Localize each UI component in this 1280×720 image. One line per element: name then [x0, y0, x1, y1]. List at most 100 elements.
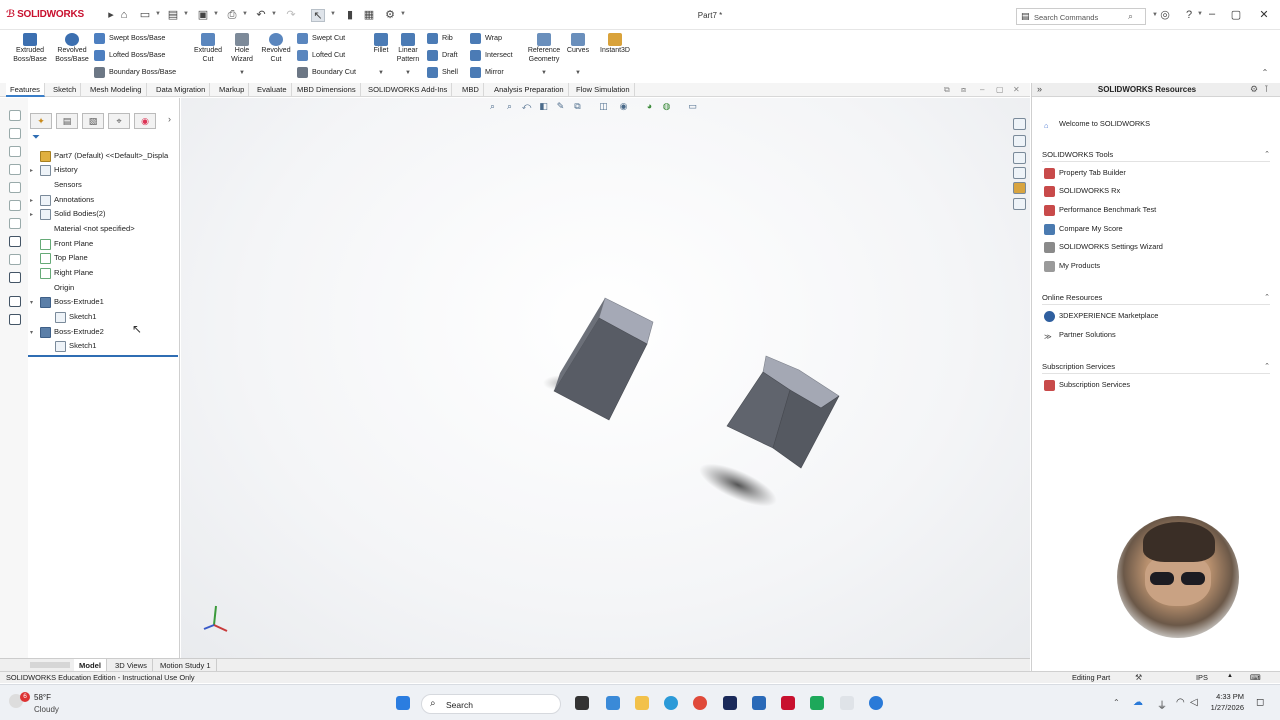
- boundary-boss-button[interactable]: Boundary Boss/Base: [94, 65, 176, 79]
- rebuild-icon[interactable]: ▮: [343, 9, 357, 22]
- print-icon[interactable]: ⎙: [225, 9, 239, 22]
- online-link[interactable]: 3DEXPERIENCE Marketplace: [1044, 309, 1158, 323]
- vscode-icon[interactable]: [723, 696, 737, 710]
- intersect-button[interactable]: Intersect: [470, 48, 513, 62]
- microphone-icon[interactable]: ⏚: [1157, 697, 1167, 712]
- restore-viewport-icon[interactable]: ⧉: [944, 85, 950, 95]
- tile-viewport-icon[interactable]: ⧈: [961, 85, 966, 95]
- tab-data-migration[interactable]: Data Migration: [152, 83, 211, 97]
- tool-link[interactable]: Compare My Score: [1044, 222, 1123, 236]
- dimxpert-tab-icon[interactable]: ⌖: [108, 113, 130, 129]
- maximize-doc-icon[interactable]: ▢: [996, 85, 1004, 94]
- shell-button[interactable]: Shell: [427, 65, 458, 79]
- tab-evaluate[interactable]: Evaluate: [253, 83, 292, 97]
- view-icon[interactable]: [9, 146, 21, 157]
- app-icon[interactable]: [869, 696, 883, 710]
- tree-item-front-plane[interactable]: Front Plane: [30, 237, 93, 251]
- instant3d-button[interactable]: Instant3D: [597, 33, 633, 56]
- gear-icon[interactable]: ⚙: [1250, 84, 1258, 95]
- app-icon[interactable]: [752, 696, 766, 710]
- maximize-button[interactable]: ▢: [1226, 8, 1246, 24]
- tree-item-origin[interactable]: Origin: [30, 281, 74, 295]
- linear-pattern-button[interactable]: Linear Pattern: [392, 33, 424, 64]
- tool-link[interactable]: My Products: [1044, 259, 1100, 273]
- wifi-icon[interactable]: ◠: [1176, 697, 1185, 708]
- chevron-down-icon[interactable]: ▼: [183, 11, 189, 17]
- wrap-button[interactable]: Wrap: [470, 31, 502, 45]
- tool-link[interactable]: SOLIDWORKS Settings Wizard: [1044, 240, 1163, 254]
- select-pointer-icon[interactable]: ↖: [311, 9, 325, 22]
- chevron-down-icon[interactable]: ▼: [575, 70, 581, 76]
- edge-icon[interactable]: [664, 696, 678, 710]
- chevron-down-icon[interactable]: ▼: [271, 11, 277, 17]
- chevron-down-icon[interactable]: ▼: [330, 11, 336, 17]
- curves-button[interactable]: Curves: [564, 33, 592, 56]
- solidworks-logo[interactable]: ℬ SOLIDWORKS: [6, 9, 84, 20]
- chevron-down-icon[interactable]: ▼: [242, 11, 248, 17]
- gear-icon[interactable]: ⚙: [383, 9, 397, 22]
- boundary-cut-button[interactable]: Boundary Cut: [297, 65, 356, 79]
- extruded-cut-button[interactable]: Extruded Cut: [188, 33, 228, 64]
- snipping-tool-icon[interactable]: [840, 696, 854, 710]
- home-icon[interactable]: ⌂: [117, 9, 131, 22]
- display-manager-tab-icon[interactable]: ◉: [134, 113, 156, 129]
- redo-icon[interactable]: ↷: [284, 9, 298, 22]
- tree-item-annotations[interactable]: ▸ Annotations: [30, 193, 94, 207]
- chevron-down-icon[interactable]: ▼: [400, 11, 406, 17]
- tree-root-part[interactable]: Part7 (Default) <<Default>_Displa: [30, 149, 168, 163]
- status-units-text[interactable]: IPS: [1196, 673, 1208, 682]
- user-account-icon[interactable]: ◎: [1158, 9, 1172, 22]
- extruded-boss-button[interactable]: Extruded Boss/Base: [10, 33, 50, 64]
- minimize-button[interactable]: –: [1202, 8, 1222, 24]
- tab-sketch[interactable]: Sketch: [49, 83, 82, 97]
- graphics-viewport[interactable]: ⌕ ⌕ ⤺ ◧ ✎ ⧉ ◫ ◉ ◕ ◍ ▭: [181, 98, 1030, 658]
- tree-item-boss-extrude1[interactable]: ▾ Boss-Extrude1: [30, 295, 104, 309]
- subscription-link[interactable]: Subscription Services: [1044, 378, 1130, 392]
- filter-icon[interactable]: ⏷: [32, 132, 40, 143]
- tab-mesh-modeling[interactable]: Mesh Modeling: [86, 83, 147, 97]
- notifications-icon[interactable]: ◻: [1256, 697, 1264, 708]
- online-section-header[interactable]: Online Resources ⌃: [1042, 291, 1270, 305]
- subscription-section-header[interactable]: Subscription Services ⌃: [1042, 360, 1270, 374]
- sheets-icon[interactable]: [810, 696, 824, 710]
- save-icon[interactable]: ▣: [196, 9, 210, 22]
- view-icon[interactable]: [9, 128, 21, 139]
- swept-cut-button[interactable]: Swept Cut: [297, 31, 345, 45]
- weather-temp[interactable]: 58°F: [34, 693, 51, 702]
- tree-item-solid-bodies[interactable]: ▸ Solid Bodies(2): [30, 207, 106, 221]
- display-icon[interactable]: [9, 272, 21, 283]
- minimize-doc-icon[interactable]: –: [980, 85, 984, 94]
- weather-condition[interactable]: Cloudy: [34, 705, 59, 714]
- expand-arrow-icon[interactable]: ▸: [104, 9, 118, 22]
- taskbar-search[interactable]: ⌕ Search: [421, 694, 561, 714]
- clock-time[interactable]: 4:33 PM: [1204, 692, 1244, 701]
- windows-start-icon[interactable]: [396, 696, 410, 710]
- tree-item-top-plane[interactable]: Top Plane: [30, 251, 88, 265]
- custom-properties-icon[interactable]: [1013, 198, 1026, 210]
- welcome-link[interactable]: ⌂ Welcome to SOLIDWORKS: [1044, 117, 1150, 131]
- tab-markup[interactable]: Markup: [215, 83, 250, 97]
- tree-item-sensors[interactable]: Sensors: [30, 178, 82, 192]
- tree-item-right-plane[interactable]: Right Plane: [30, 266, 93, 280]
- property-manager-tab-icon[interactable]: ▤: [56, 113, 78, 129]
- view-icon[interactable]: [9, 182, 21, 193]
- tool-link[interactable]: SOLIDWORKS Rx: [1044, 184, 1120, 198]
- solid-body-2[interactable]: [726, 355, 840, 469]
- tool-link[interactable]: Performance Benchmark Test: [1044, 203, 1156, 217]
- mirror-button[interactable]: Mirror: [470, 65, 504, 79]
- chevron-down-icon[interactable]: ▼: [541, 70, 547, 76]
- lofted-cut-button[interactable]: Lofted Cut: [297, 48, 345, 62]
- display-icon[interactable]: [9, 314, 21, 325]
- rib-button[interactable]: Rib: [427, 31, 453, 45]
- tab-scroll-arrows[interactable]: [30, 662, 70, 668]
- view-icon[interactable]: [9, 254, 21, 265]
- tool-link[interactable]: Property Tab Builder: [1044, 166, 1126, 180]
- home-icon[interactable]: [1013, 118, 1026, 130]
- status-settings-icon[interactable]: ⌨: [1250, 673, 1261, 682]
- file-explorer-icon[interactable]: [1013, 152, 1026, 164]
- close-doc-icon[interactable]: ✕: [1013, 85, 1020, 94]
- tree-item-boss-extrude2[interactable]: ▾ Boss-Extrude2: [30, 325, 104, 339]
- tab-mbd[interactable]: MBD: [458, 83, 484, 97]
- tree-item-sketch1[interactable]: Sketch1: [45, 339, 96, 353]
- online-link[interactable]: ≫ Partner Solutions: [1044, 328, 1116, 342]
